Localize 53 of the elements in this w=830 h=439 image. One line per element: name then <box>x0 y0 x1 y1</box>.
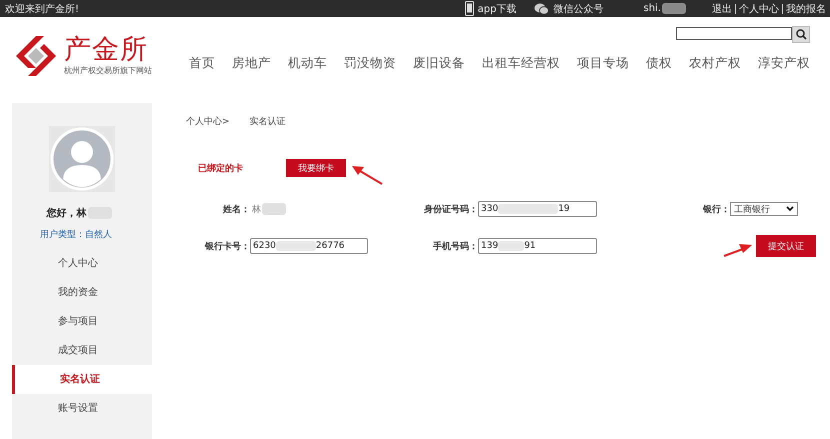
avatar-icon <box>49 126 115 192</box>
chevron-down-icon <box>786 206 794 212</box>
nav-link[interactable]: 房地产 <box>232 55 271 72</box>
greeting-text: 您好，林 <box>46 206 86 220</box>
pointer-arrow <box>723 243 753 257</box>
top-link[interactable]: 退出 <box>712 2 732 16</box>
nav-link[interactable]: 淳安产权 <box>758 55 810 72</box>
logo-subtitle: 杭州产权交易所旗下网站 <box>64 64 152 76</box>
pointer-arrow <box>350 165 384 185</box>
bind-card-button[interactable]: 我要绑卡 <box>286 159 346 177</box>
phone-icon[interactable] <box>464 1 474 16</box>
nav-link[interactable]: 首页 <box>189 55 215 72</box>
chat-bubbles-icon[interactable] <box>534 2 550 14</box>
nav-link[interactable]: 农村产权 <box>689 55 741 72</box>
redaction-blur <box>262 203 286 215</box>
field-label: 姓名： <box>222 204 250 216</box>
id-number-field[interactable]: 330 19 <box>478 201 597 217</box>
sidebar-item[interactable]: 个人中心 <box>12 249 152 278</box>
nav-link[interactable]: 债权 <box>646 55 672 72</box>
sidebar-item[interactable]: 账号设置 <box>12 394 152 423</box>
user-type-text: 用户类型：自然人 <box>40 228 112 241</box>
bank-select[interactable]: 工商银行 <box>730 202 798 216</box>
search-icon <box>796 29 806 40</box>
field-label: 银行： <box>702 204 730 216</box>
sidebar-item[interactable]: 成交项目 <box>12 336 152 365</box>
name-value: 林 <box>252 204 261 216</box>
search-button[interactable] <box>792 26 810 43</box>
phone-field[interactable]: 139 91 <box>478 238 597 254</box>
search-field[interactable] <box>676 27 792 40</box>
breadcrumb-link[interactable]: 实名认证 <box>250 115 286 128</box>
sidebar-item[interactable]: 实名认证 <box>12 365 152 394</box>
app-download-link[interactable]: app下载 <box>478 2 516 16</box>
top-link[interactable]: 我的报名 <box>786 2 826 16</box>
bound-cards-tab[interactable]: 已绑定的卡 <box>198 162 286 174</box>
field-label: 银行卡号： <box>204 240 250 252</box>
nav-link[interactable]: 机动车 <box>288 55 327 72</box>
sidebar-item[interactable]: 参与项目 <box>12 307 152 336</box>
nav-link[interactable]: 项目专场 <box>577 55 629 72</box>
top-link[interactable]: 个人中心 <box>739 2 779 16</box>
nav-link[interactable]: 出租车经营权 <box>482 55 560 72</box>
card-number-field[interactable]: 6230 26776 <box>250 238 368 254</box>
field-label: 身份证号码： <box>423 204 478 216</box>
redaction-blur <box>662 3 686 14</box>
nav-link[interactable]: 废旧设备 <box>413 55 465 72</box>
nav-link[interactable]: 罚没物资 <box>344 55 396 72</box>
logo-title[interactable]: 产金所 <box>64 34 152 64</box>
username-text: shi. <box>643 3 661 14</box>
wechat-link[interactable]: 微信公众号 <box>553 2 604 16</box>
sidebar-item[interactable]: 我的资金 <box>12 278 152 307</box>
field-label: 手机号码： <box>432 240 478 252</box>
breadcrumb-link[interactable]: 个人中心> <box>186 115 230 128</box>
welcome-text: 欢迎来到产金所! <box>5 2 80 16</box>
submit-button[interactable]: 提交认证 <box>756 235 816 257</box>
